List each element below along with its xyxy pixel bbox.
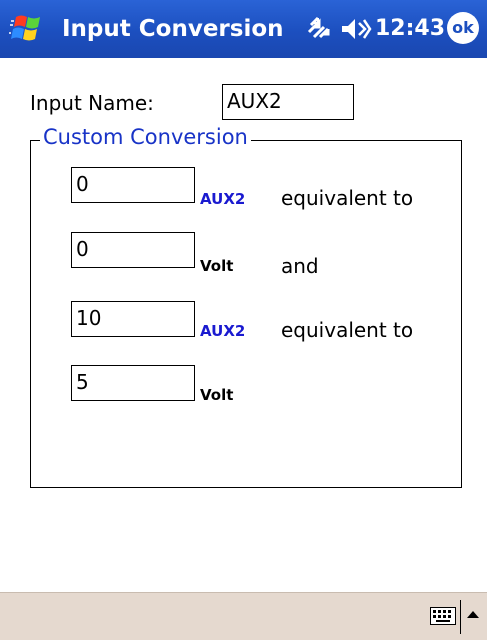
row2-unit-label: Volt xyxy=(200,257,234,275)
clock[interactable]: 12:43 xyxy=(375,14,445,44)
row3-suffix-label: equivalent to xyxy=(281,318,414,342)
pocket-pc-screen: Input Conversion 12:43 ok Input Name: AU… xyxy=(0,0,487,640)
sip-arrow-up-icon[interactable] xyxy=(466,609,480,619)
row4-value-field[interactable]: 5 xyxy=(71,365,195,401)
row1-value-field[interactable]: 0 xyxy=(71,167,195,203)
windows-start-icon[interactable] xyxy=(8,10,48,50)
row3-unit-label: AUX2 xyxy=(200,322,246,340)
connectivity-icon[interactable] xyxy=(306,17,332,41)
keyboard-icon[interactable] xyxy=(430,607,456,625)
volume-icon[interactable] xyxy=(340,16,372,42)
row2-suffix-label: and xyxy=(281,254,319,278)
bottom-menu-bar xyxy=(0,592,487,640)
row3-value-field[interactable]: 10 xyxy=(71,301,195,337)
row1-suffix-label: equivalent to xyxy=(281,186,414,210)
row2-value-field[interactable]: 0 xyxy=(71,232,195,268)
row4-unit-label: Volt xyxy=(200,386,234,404)
bottom-bar-divider xyxy=(460,600,461,634)
input-name-field[interactable]: AUX2 xyxy=(222,84,354,120)
app-title: Input Conversion xyxy=(62,16,284,42)
title-bar: Input Conversion 12:43 ok xyxy=(0,0,487,58)
ok-button[interactable]: ok xyxy=(447,12,479,44)
row1-unit-label: AUX2 xyxy=(200,190,246,208)
input-name-label: Input Name: xyxy=(30,91,154,115)
custom-conversion-title: Custom Conversion xyxy=(40,124,251,150)
